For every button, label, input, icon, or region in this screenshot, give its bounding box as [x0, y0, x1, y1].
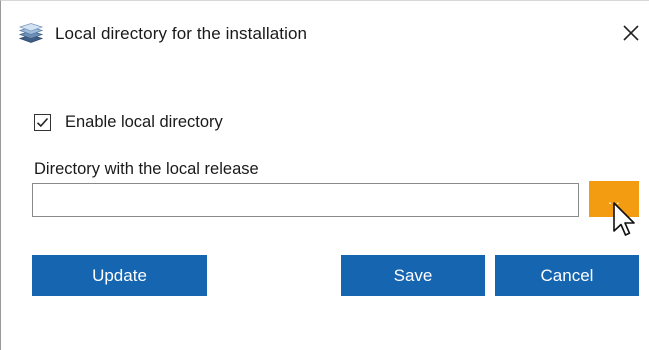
enable-local-directory-option[interactable]: Enable local directory: [34, 112, 223, 132]
window-title: Local directory for the installation: [55, 24, 308, 43]
checkmark-icon: [36, 117, 49, 127]
stacked-layers-icon: [18, 23, 44, 45]
directory-label: Directory with the local release: [34, 160, 259, 178]
enable-local-directory-checkbox[interactable]: [34, 113, 51, 131]
title-bar: Local directory for the installation: [1, 1, 649, 61]
save-button[interactable]: Save: [341, 255, 485, 296]
dialog-window: Local directory for the installation Ena…: [0, 0, 649, 350]
directory-input[interactable]: [32, 183, 579, 217]
enable-local-directory-label: Enable local directory: [65, 112, 223, 131]
browse-button[interactable]: ...: [589, 181, 639, 217]
close-icon[interactable]: [619, 21, 643, 45]
cancel-button[interactable]: Cancel: [495, 255, 639, 296]
update-button[interactable]: Update: [32, 255, 207, 296]
